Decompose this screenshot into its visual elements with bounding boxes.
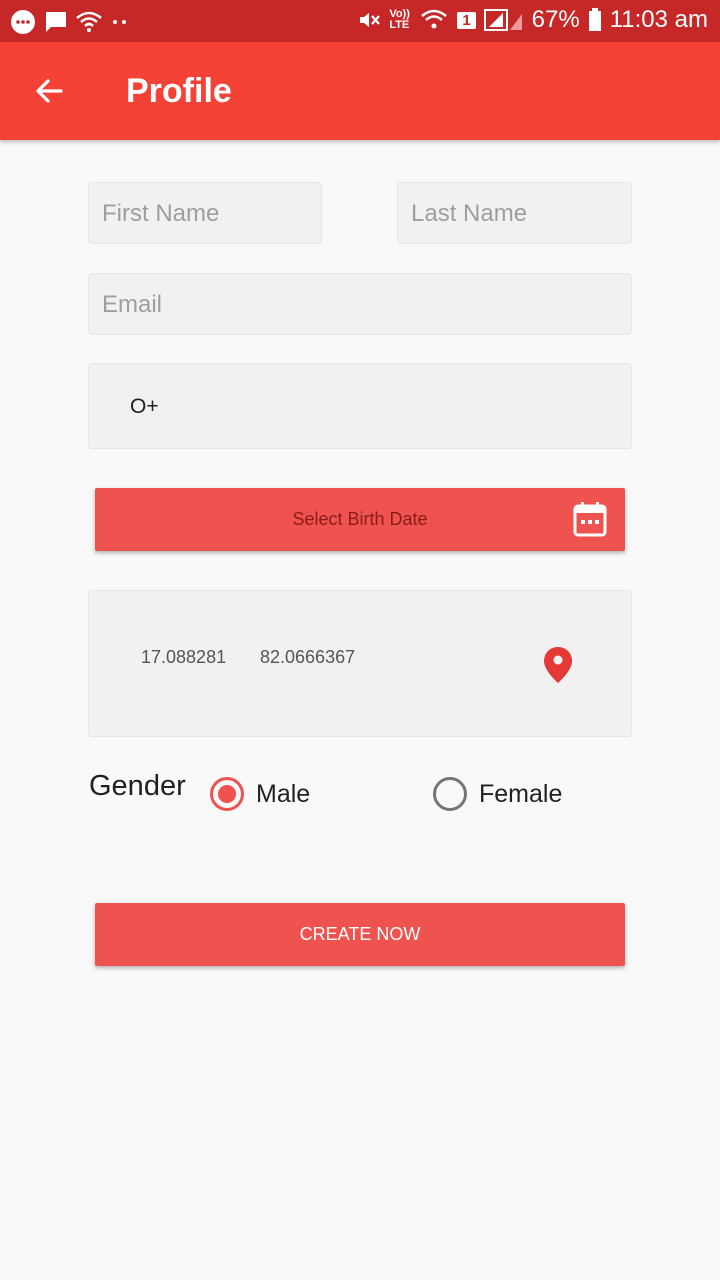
create-now-button[interactable]: CREATE NOW	[95, 903, 625, 966]
status-right-icons: Vo)) LTE 1 67% 11:03 am	[357, 6, 708, 34]
signal-icon	[483, 9, 522, 31]
first-name-field[interactable]: First Name	[88, 182, 322, 244]
volte-label: Vo)) LTE	[389, 8, 410, 31]
back-arrow-icon[interactable]	[28, 70, 70, 112]
first-name-placeholder: First Name	[102, 200, 220, 227]
clock: 11:03 am	[609, 6, 708, 33]
email-field[interactable]: Email	[88, 273, 632, 335]
birth-date-label: Select Birth Date	[292, 509, 428, 529]
last-name-field[interactable]: Last Name	[397, 182, 632, 244]
latitude-text: 17.088281	[141, 647, 227, 667]
gender-label: Gender	[89, 770, 186, 802]
gender-female-label: Female	[479, 779, 563, 808]
longitude-text: 82.0666367	[260, 647, 356, 667]
status-bar: Vo)) LTE 1 67% 11:03 am	[0, 0, 720, 42]
dots-icon	[113, 20, 126, 24]
gender-male-label: Male	[256, 779, 311, 808]
messenger-icon	[11, 10, 35, 34]
calendar-icon	[573, 502, 607, 537]
email-placeholder: Email	[102, 291, 163, 318]
blood-group-select[interactable]: O+	[88, 363, 632, 449]
status-left-icons	[10, 9, 130, 35]
location-field[interactable]: 17.088281 82.0666367	[88, 590, 632, 737]
wifi-data-icon	[421, 9, 448, 29]
gender-male-radio[interactable]: Male	[210, 777, 310, 811]
radio-unselected-icon	[433, 777, 467, 811]
app-bar: Profile	[0, 42, 720, 140]
blood-group-value: O+	[130, 395, 159, 418]
select-birth-date-button[interactable]: Select Birth Date	[95, 488, 625, 551]
create-now-label: CREATE NOW	[299, 924, 421, 944]
last-name-placeholder: Last Name	[411, 200, 528, 227]
gender-female-radio[interactable]: Female	[433, 777, 562, 811]
mute-icon	[360, 13, 381, 27]
sim-badge: 1	[457, 11, 476, 29]
radio-selected-icon	[210, 777, 244, 811]
battery-percent: 67%	[531, 6, 580, 33]
battery-icon	[588, 8, 601, 31]
page-title: Profile	[126, 72, 232, 110]
location-pin-icon[interactable]	[543, 646, 573, 684]
message-icon	[46, 12, 66, 32]
wifi-icon	[76, 11, 102, 32]
